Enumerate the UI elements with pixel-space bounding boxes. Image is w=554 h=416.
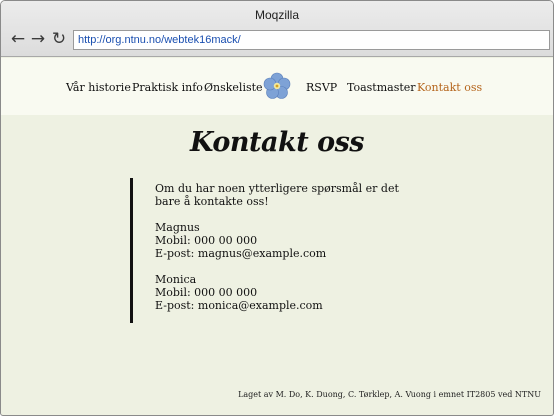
reload-icon: ↻ bbox=[51, 29, 67, 49]
reload-button[interactable]: ↻ bbox=[50, 29, 68, 49]
contact-block: Magnus Mobil: 000 00 000 E-post: magnus@… bbox=[155, 221, 415, 260]
browser-window: Moqzilla ← → ↻ http://org.ntnu.no/webtek… bbox=[0, 0, 554, 416]
page-title: Kontakt oss bbox=[190, 127, 364, 158]
intro-text: Om du har noen ytterligere spørsmål er d… bbox=[155, 182, 399, 208]
contact-content: Om du har noen ytterligere spørsmål er d… bbox=[155, 182, 415, 325]
content-divider bbox=[130, 178, 133, 323]
contact-block: Monica Mobil: 000 00 000 E-post: monica@… bbox=[155, 273, 415, 312]
window-title: Moqzilla bbox=[254, 8, 299, 22]
menu-item-onskeliste[interactable]: Ønskeliste bbox=[204, 81, 263, 94]
contact-phone: Mobil: 000 00 000 bbox=[155, 234, 258, 247]
footer-credits: Laget av M. Do, K. Duong, C. Tørklep, A.… bbox=[238, 390, 541, 399]
menu-item-praktisk-info[interactable]: Praktisk info bbox=[132, 81, 203, 94]
address-bar[interactable]: http://org.ntnu.no/webtek16mack/ bbox=[73, 30, 550, 50]
menu-item-var-historie[interactable]: Vår historie bbox=[66, 81, 131, 94]
arrow-right-icon: → bbox=[30, 29, 46, 49]
forget-me-not-flower-icon[interactable] bbox=[263, 72, 291, 100]
menu-item-toastmaster[interactable]: Toastmaster bbox=[347, 81, 416, 94]
forward-button[interactable]: → bbox=[29, 29, 47, 49]
contact-email: E-post: monica@example.com bbox=[155, 299, 323, 312]
contact-email: E-post: magnus@example.com bbox=[155, 247, 327, 260]
menu-item-kontakt-oss[interactable]: Kontakt oss bbox=[417, 81, 482, 94]
browser-chrome: Moqzilla ← → ↻ http://org.ntnu.no/webtek… bbox=[1, 1, 553, 57]
contact-name: Monica bbox=[155, 273, 197, 286]
back-button[interactable]: ← bbox=[9, 29, 27, 49]
menu-item-rsvp[interactable]: RSVP bbox=[306, 81, 337, 94]
contact-name: Magnus bbox=[155, 221, 200, 234]
arrow-left-icon: ← bbox=[10, 29, 26, 49]
contact-phone: Mobil: 000 00 000 bbox=[155, 286, 258, 299]
